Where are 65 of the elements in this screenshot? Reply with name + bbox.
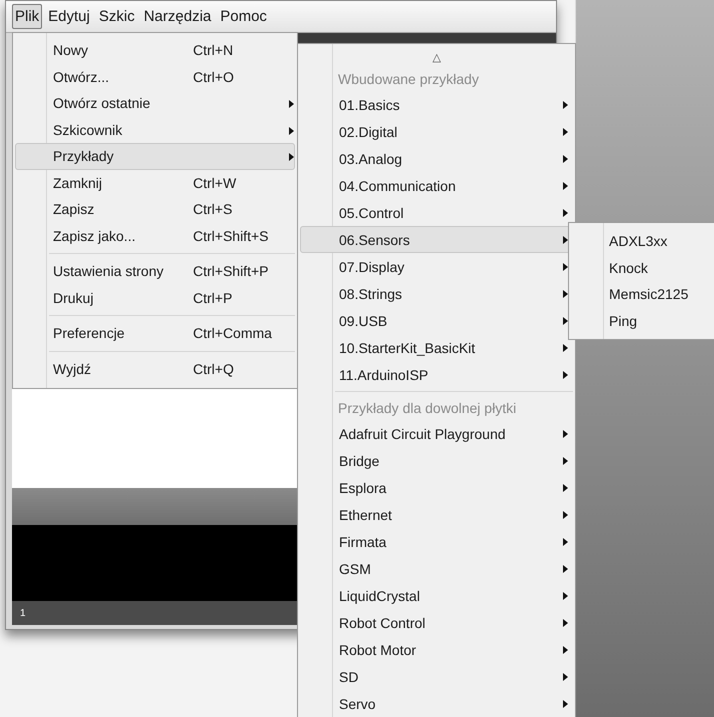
menu-bar-item[interactable]: Pomoc	[217, 4, 270, 29]
line-number: 1	[20, 608, 26, 618]
menu-item[interactable]: Nowy Ctrl+N	[15, 37, 295, 64]
submenu-arrow-icon	[563, 538, 568, 546]
submenu-arrow-icon	[563, 128, 568, 136]
menu-item[interactable]: Drukuj Ctrl+P	[15, 284, 295, 311]
menu-item[interactable]: LiquidCrystal	[300, 582, 573, 609]
menu-item[interactable]: Szkicownik	[15, 116, 295, 143]
submenu-arrow-icon	[563, 457, 568, 465]
menu-item[interactable]: 10.StarterKit_BasicKit	[300, 334, 573, 361]
menu-item[interactable]: Robot Motor	[300, 636, 573, 663]
submenu-arrow-icon	[563, 155, 568, 163]
submenu-arrow-icon	[563, 290, 568, 298]
menu-bar-item[interactable]: Narzędzia	[140, 4, 214, 29]
menu-item[interactable]: Ustawienia strony Ctrl+Shift+P	[15, 258, 295, 284]
menu-item[interactable]: Otwórz ostatnie	[15, 90, 295, 116]
menu-item[interactable]: Preferencje Ctrl+Comma	[15, 320, 295, 346]
menu-item[interactable]: Robot Control	[300, 609, 573, 636]
submenu-arrow-icon	[563, 317, 568, 325]
submenu-arrow-icon	[563, 511, 568, 519]
menu-item[interactable]: Memsic2125	[571, 281, 714, 308]
menu-item[interactable]: Przykłady	[15, 143, 295, 170]
menu-item[interactable]: Adafruit Circuit Playground	[300, 420, 573, 447]
menu-item[interactable]: Zamknij Ctrl+W	[15, 170, 295, 196]
submenu-arrow-icon	[563, 371, 568, 379]
menu-item[interactable]: Servo	[300, 690, 573, 717]
menu-item[interactable]: GSM	[300, 555, 573, 582]
menu-item[interactable]: Ping	[571, 308, 714, 334]
submenu-arrow-icon	[563, 236, 568, 244]
submenu-arrow-icon	[563, 101, 568, 109]
menu-item[interactable]: ADXL3xx	[571, 228, 714, 254]
menu-bar-item[interactable]: Szkic	[96, 4, 138, 29]
menu-item[interactable]: 02.Digital	[300, 118, 573, 145]
menu-item[interactable]: 01.Basics	[300, 91, 573, 118]
submenu-arrow-icon	[563, 344, 568, 352]
menu-item[interactable]: Firmata	[300, 528, 573, 555]
menu-item[interactable]: 04.Communication	[300, 172, 573, 199]
submenu-arrow-icon	[563, 673, 568, 681]
menu-item[interactable]: Otwórz... Ctrl+O	[15, 64, 295, 90]
submenu-arrow-icon	[563, 430, 568, 438]
menu-item[interactable]: SD	[300, 663, 573, 690]
submenu-arrow-icon	[563, 565, 568, 573]
menu-bar-item[interactable]: Edytuj	[45, 4, 93, 29]
menu-item[interactable]: Zapisz jako... Ctrl+Shift+S	[15, 222, 295, 249]
submenu-arrow-icon	[563, 619, 568, 627]
menu-section-header: Wbudowane przykłady	[338, 70, 479, 86]
scroll-up-arrow[interactable]: △	[432, 50, 440, 64]
submenu-arrow-icon	[563, 646, 568, 654]
menu-item[interactable]: Ethernet	[300, 501, 573, 528]
menu-item[interactable]: 11.ArduinoISP	[300, 361, 573, 388]
submenu-arrow-icon	[563, 263, 568, 271]
submenu-arrow-icon	[563, 484, 568, 492]
submenu-arrow-icon	[563, 182, 568, 190]
menu-section-header: Przykłady dla dowolnej płytki	[338, 400, 516, 416]
menu-item[interactable]: 03.Analog	[300, 145, 573, 172]
menu-item[interactable]: Esplora	[300, 474, 573, 501]
submenu-arrow-icon	[563, 700, 568, 708]
submenu-arrow-icon	[563, 592, 568, 600]
menu-bar-item[interactable]: Plik	[12, 4, 42, 29]
menu-item[interactable]: Knock	[571, 254, 714, 281]
submenu-arrow-icon	[563, 209, 568, 217]
menu-item[interactable]: Wyjdź Ctrl+Q	[15, 356, 295, 382]
menu-item[interactable]: Bridge	[300, 447, 573, 474]
menu-item[interactable]: Zapisz Ctrl+S	[15, 196, 295, 222]
menu-item[interactable]: 05.Control	[300, 199, 573, 226]
